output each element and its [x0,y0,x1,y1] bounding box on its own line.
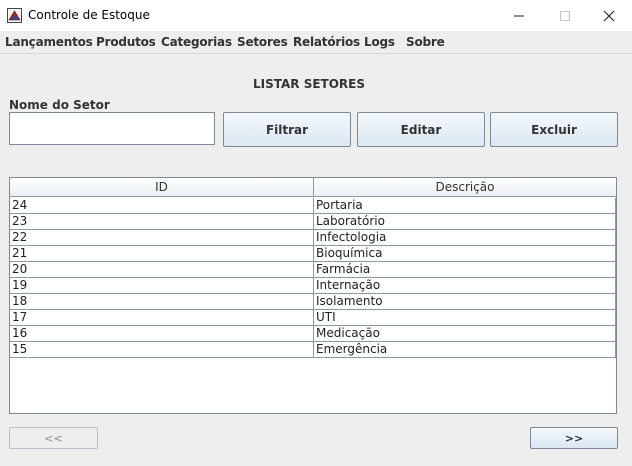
minimize-icon [514,15,524,16]
maximize-button[interactable] [542,0,588,31]
cell-id: 23 [10,214,314,230]
close-button[interactable] [586,0,632,31]
table-row[interactable]: 24 Portaria [10,198,616,214]
table-row[interactable]: 18 Isolamento [10,294,616,310]
table-row[interactable]: 23 Laboratório [10,214,616,230]
cell-id: 18 [10,294,314,310]
menu-bar: Lançamentos Produtos Categorias Setores … [0,31,632,54]
table-row[interactable]: 15 Emergência [10,342,616,358]
table-row[interactable]: 17 UTI [10,310,616,326]
cell-id: 19 [10,278,314,294]
cell-id: 20 [10,262,314,278]
column-header-id[interactable]: ID [10,178,314,197]
cell-description: Medicação [314,326,616,342]
cell-id: 21 [10,246,314,262]
cell-description: Emergência [314,342,616,358]
cell-description: Infectologia [314,230,616,246]
menu-relatorios[interactable]: Relatórios [293,35,360,49]
cell-id: 16 [10,326,314,342]
table-row[interactable]: 16 Medicação [10,326,616,342]
table-row[interactable]: 19 Internação [10,278,616,294]
sectors-table: ID Descrição 24 Portaria 23 Laboratório 22 In… [9,177,617,414]
table-row[interactable]: 21 Bioquímica [10,246,616,262]
page-title: LISTAR SETORES [252,77,366,91]
menu-produtos[interactable]: Produtos [96,35,156,49]
cell-description: Farmácia [314,262,616,278]
title-bar: Controle de Estoque [0,0,632,31]
cell-description: Portaria [314,198,616,214]
cell-description: UTI [314,310,616,326]
cell-description: Isolamento [314,294,616,310]
previous-page-button[interactable]: << [9,427,98,449]
menu-sobre[interactable]: Sobre [406,35,445,49]
sector-name-input[interactable] [9,112,215,145]
cell-description: Laboratório [314,214,616,230]
window-title: Controle de Estoque [28,8,150,22]
minimize-button[interactable] [496,0,542,31]
cell-id: 24 [10,198,314,214]
menu-lancamentos[interactable]: Lançamentos [5,35,93,49]
menu-logs[interactable]: Logs [364,35,395,49]
close-icon [603,10,615,21]
cell-id: 22 [10,230,314,246]
cell-id: 17 [10,310,314,326]
menu-setores[interactable]: Setores [237,35,288,49]
table-row[interactable]: 22 Infectologia [10,230,616,246]
cell-description: Bioquímica [314,246,616,262]
column-header-description[interactable]: Descrição [314,178,616,197]
maximize-icon [560,10,570,21]
cell-description: Internação [314,278,616,294]
cell-id: 15 [10,342,314,358]
sector-name-label: Nome do Setor [9,98,110,112]
table-row[interactable]: 20 Farmácia [10,262,616,278]
edit-button[interactable]: Editar [357,112,485,147]
menu-categorias[interactable]: Categorias [161,35,232,49]
delete-button[interactable]: Excluir [490,112,618,147]
next-page-button[interactable]: >> [530,427,618,449]
app-icon [7,8,22,23]
filter-button[interactable]: Filtrar [223,112,351,147]
